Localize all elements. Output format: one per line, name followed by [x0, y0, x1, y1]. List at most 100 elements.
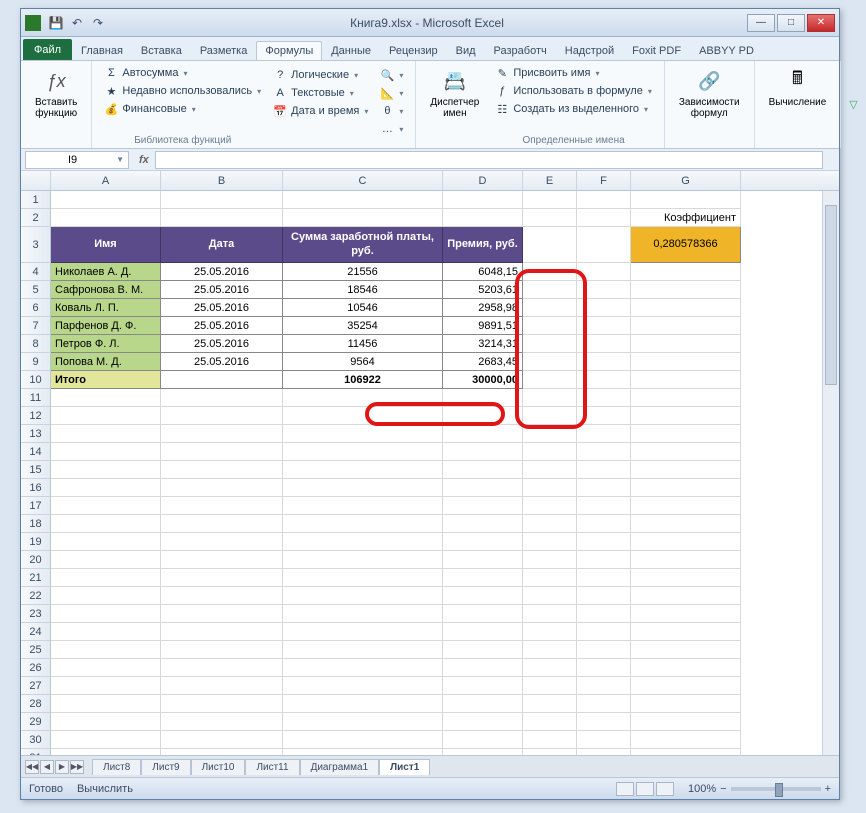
grid-row[interactable]: 12 [21, 407, 839, 425]
cell[interactable] [161, 209, 283, 227]
cell[interactable] [51, 677, 161, 695]
cell-date[interactable]: 25.05.2016 [161, 263, 283, 281]
row-header[interactable]: 18 [21, 515, 51, 533]
cell[interactable] [443, 731, 523, 749]
coef-value[interactable]: 0,280578366 [631, 227, 741, 263]
cell[interactable] [443, 461, 523, 479]
cell[interactable] [51, 731, 161, 749]
cell[interactable] [631, 443, 741, 461]
grid-row[interactable]: 11 [21, 389, 839, 407]
cell[interactable] [577, 209, 631, 227]
grid-row[interactable]: 28 [21, 695, 839, 713]
cell[interactable] [577, 425, 631, 443]
cell[interactable] [631, 533, 741, 551]
sheet-nav-button[interactable]: ▶▶ [70, 760, 84, 774]
cell[interactable] [631, 749, 741, 755]
ribbon-minimize-icon[interactable]: ▽ [849, 98, 857, 111]
cell[interactable] [443, 677, 523, 695]
cell[interactable] [161, 623, 283, 641]
cell[interactable] [443, 659, 523, 677]
table-row[interactable]: 5Сафронова В. М.25.05.2016185465203,61 [21, 281, 839, 299]
cell[interactable] [443, 191, 523, 209]
cell-name[interactable]: Николаев А. Д. [51, 263, 161, 281]
cell-sum[interactable]: 9564 [283, 353, 443, 371]
grid-row[interactable]: 24 [21, 623, 839, 641]
cell[interactable] [631, 605, 741, 623]
sheet-nav-button[interactable]: ◀◀ [25, 760, 39, 774]
cell-total-premium[interactable]: 30000,00 [443, 371, 523, 389]
cell-sum[interactable]: 10546 [283, 299, 443, 317]
cell[interactable] [283, 209, 443, 227]
cell[interactable] [631, 407, 741, 425]
sheet-tab[interactable]: Лист10 [191, 759, 246, 775]
col-header[interactable]: D [443, 171, 523, 190]
cell[interactable] [283, 605, 443, 623]
fx-label[interactable]: fx [139, 154, 149, 166]
row-header[interactable]: 4 [21, 263, 51, 281]
col-header[interactable]: E [523, 171, 577, 190]
cell[interactable] [283, 749, 443, 755]
cell[interactable] [51, 569, 161, 587]
name-manager-button[interactable]: 📇 Диспетчер имен [424, 65, 485, 146]
cell[interactable] [161, 425, 283, 443]
cell-premium[interactable]: 5203,61 [443, 281, 523, 299]
cell[interactable] [577, 569, 631, 587]
table-total-row[interactable]: 10Итого10692230000,00 [21, 371, 839, 389]
lib-more[interactable]: θ▾ [376, 103, 407, 119]
cell[interactable] [577, 623, 631, 641]
cell[interactable] [51, 479, 161, 497]
tab-Рецензир[interactable]: Рецензир [380, 41, 447, 60]
cell[interactable] [523, 191, 577, 209]
lib-item[interactable]: ✎Присвоить имя▾ [491, 65, 656, 81]
row-header[interactable]: 23 [21, 605, 51, 623]
cell[interactable] [51, 659, 161, 677]
cell[interactable] [51, 695, 161, 713]
tab-Формулы[interactable]: Формулы [256, 41, 322, 60]
table-row[interactable]: 8Петров Ф. Л.25.05.2016114563214,31 [21, 335, 839, 353]
cell[interactable] [631, 713, 741, 731]
row-header[interactable]: 29 [21, 713, 51, 731]
cell[interactable] [443, 533, 523, 551]
lib-item[interactable]: ƒИспользовать в формуле▾ [491, 83, 656, 99]
cell[interactable] [51, 623, 161, 641]
cell[interactable] [51, 425, 161, 443]
cell[interactable] [523, 641, 577, 659]
cell[interactable] [443, 407, 523, 425]
cell[interactable] [523, 515, 577, 533]
cell-date[interactable]: 25.05.2016 [161, 335, 283, 353]
cell[interactable] [523, 623, 577, 641]
cell[interactable] [443, 389, 523, 407]
col-header[interactable]: C [283, 171, 443, 190]
cell-date[interactable]: 25.05.2016 [161, 317, 283, 335]
cell[interactable] [51, 389, 161, 407]
lib-more[interactable]: 📐▾ [376, 85, 407, 101]
cell[interactable] [51, 605, 161, 623]
cell[interactable] [283, 389, 443, 407]
row-header[interactable]: 6 [21, 299, 51, 317]
cell-name[interactable]: Сафронова В. М. [51, 281, 161, 299]
cell[interactable] [161, 515, 283, 533]
cell-date[interactable]: 25.05.2016 [161, 299, 283, 317]
cell[interactable] [577, 443, 631, 461]
row-header[interactable]: 24 [21, 623, 51, 641]
cell[interactable] [631, 515, 741, 533]
cell[interactable] [161, 677, 283, 695]
cell[interactable] [631, 389, 741, 407]
cell-premium[interactable]: 2683,45 [443, 353, 523, 371]
cell[interactable] [283, 479, 443, 497]
cell-name[interactable]: Попова М. Д. [51, 353, 161, 371]
table-row[interactable]: 6Коваль Л. П.25.05.2016105462958,98 [21, 299, 839, 317]
row-header[interactable]: 11 [21, 389, 51, 407]
cell[interactable] [283, 443, 443, 461]
cell[interactable] [283, 533, 443, 551]
cell[interactable] [161, 749, 283, 755]
row-header[interactable]: 26 [21, 659, 51, 677]
cell[interactable] [283, 677, 443, 695]
cell[interactable] [161, 641, 283, 659]
cell-date[interactable]: 25.05.2016 [161, 353, 283, 371]
cell[interactable] [523, 533, 577, 551]
cell[interactable] [443, 641, 523, 659]
cell[interactable] [577, 677, 631, 695]
cell[interactable] [161, 569, 283, 587]
vertical-scrollbar[interactable] [822, 191, 839, 755]
